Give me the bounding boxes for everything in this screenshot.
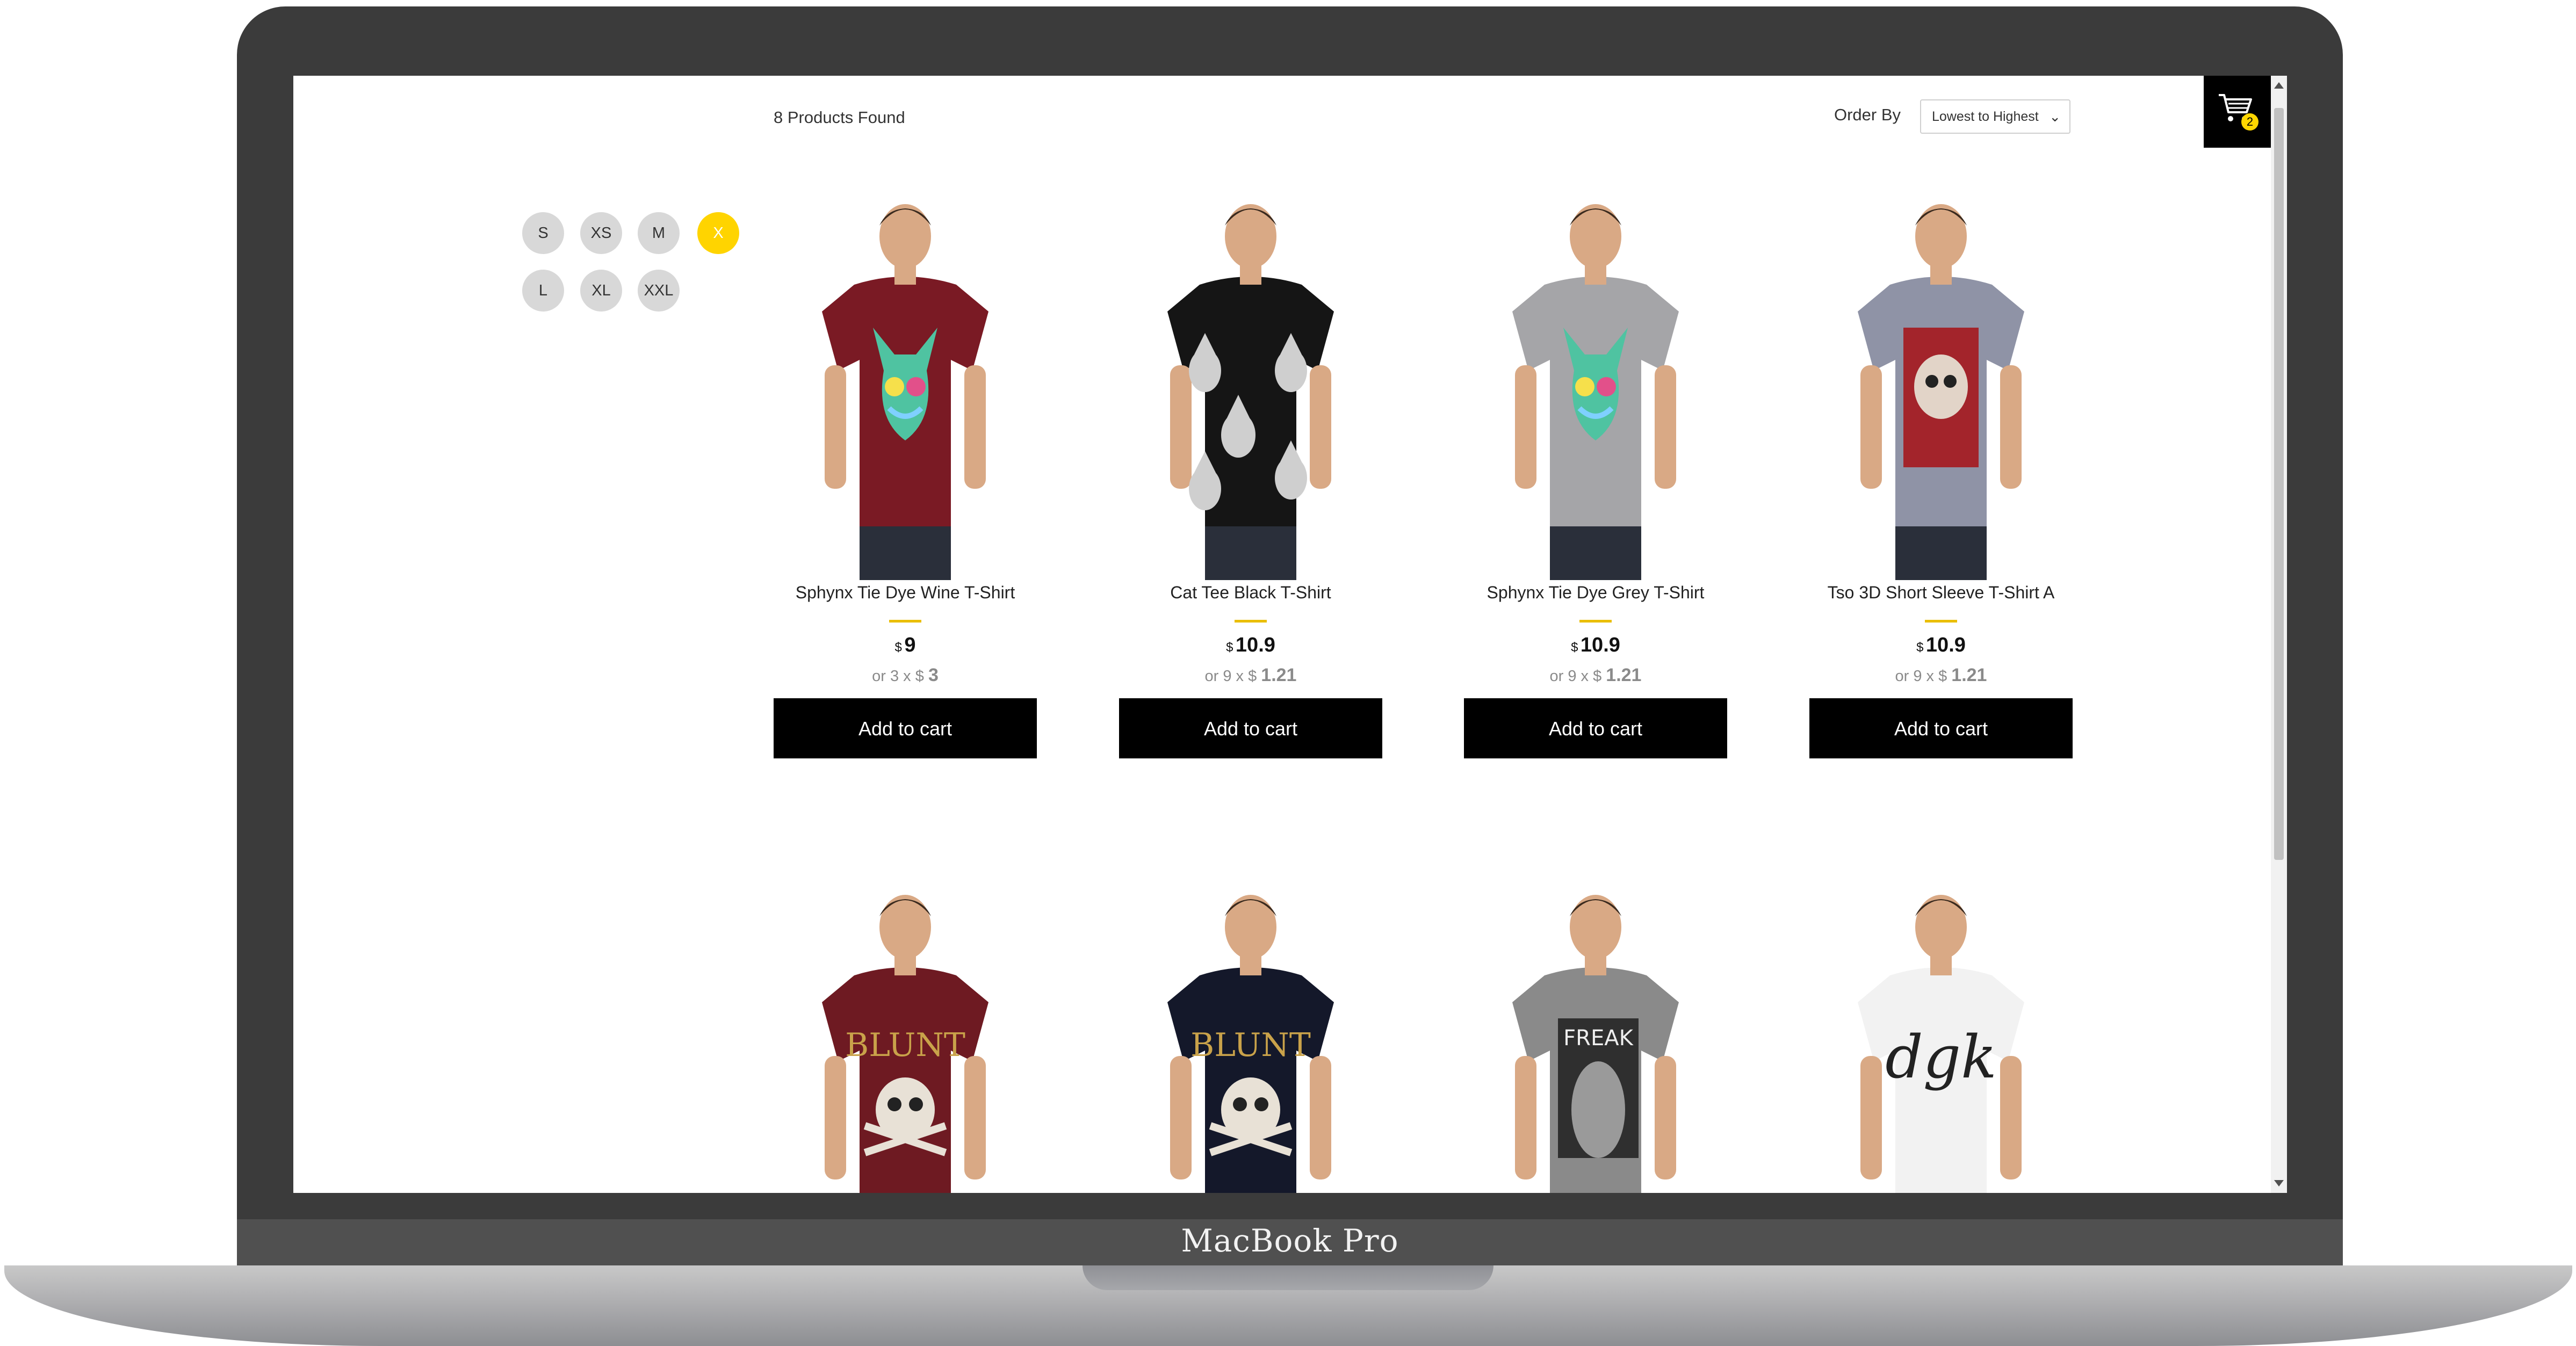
product-image[interactable]: FREAK bbox=[1464, 884, 1727, 1193]
installment-prefix: or 9 x bbox=[1895, 668, 1935, 685]
product-name: Tso 3D Short Sleeve T-Shirt A bbox=[1827, 583, 2055, 602]
price-value: 10.9 bbox=[1580, 634, 1620, 656]
installment-currency: $ bbox=[1248, 668, 1257, 685]
installment-prefix: or 3 x bbox=[872, 668, 911, 685]
add-to-cart-button[interactable]: Add to cart bbox=[1464, 698, 1727, 758]
price-currency: $ bbox=[894, 640, 902, 655]
installment-prefix: or 9 x bbox=[1204, 668, 1244, 685]
cart-button[interactable]: 2 bbox=[2204, 76, 2271, 148]
scrollbar[interactable] bbox=[2271, 76, 2287, 1193]
installment-price: or 9 x $ 1.21 bbox=[1809, 665, 2073, 686]
price-currency: $ bbox=[1226, 640, 1233, 655]
order-by-select[interactable]: Lowest to Highest ⌄ bbox=[1920, 99, 2070, 134]
size-filter-xl[interactable]: XL bbox=[580, 270, 622, 312]
installment-currency: $ bbox=[1938, 668, 1947, 685]
installment-currency: $ bbox=[1593, 668, 1602, 685]
screen: 8 Products Found Order By Lowest to High… bbox=[293, 76, 2287, 1193]
size-filter-x[interactable]: X bbox=[697, 212, 739, 254]
chevron-down-icon: ⌄ bbox=[2049, 108, 2061, 125]
installment-price: or 3 x $ 3 bbox=[774, 665, 1037, 686]
size-filter-m[interactable]: M bbox=[638, 212, 680, 254]
size-filter-xs[interactable]: XS bbox=[580, 212, 622, 254]
product-image[interactable]: BLUNT bbox=[774, 884, 1037, 1193]
product-price: $ 10.9 bbox=[1464, 634, 1727, 657]
products-found-count: 8 Products Found bbox=[774, 108, 905, 127]
installment-value: 1.21 bbox=[1606, 665, 1642, 685]
laptop-chin: MacBook Pro bbox=[237, 1219, 2343, 1269]
title-divider bbox=[1579, 620, 1612, 623]
product-price: $ 10.9 bbox=[1809, 634, 2073, 657]
price-value: 10.9 bbox=[1925, 634, 1966, 656]
product-image[interactable] bbox=[1464, 193, 1727, 580]
product-image[interactable]: BLUNT bbox=[1119, 884, 1382, 1193]
installment-value: 1.21 bbox=[1261, 665, 1297, 685]
product-price: $ 9 bbox=[774, 634, 1037, 657]
product-image[interactable] bbox=[1119, 193, 1382, 580]
size-filter-xxl[interactable]: XXL bbox=[638, 270, 680, 312]
add-to-cart-button[interactable]: Add to cart bbox=[1119, 698, 1382, 758]
installment-currency: $ bbox=[915, 668, 924, 685]
installment-value: 3 bbox=[928, 665, 939, 685]
svg-text:BLUNT: BLUNT bbox=[1190, 1026, 1311, 1064]
installment-price: or 9 x $ 1.21 bbox=[1119, 665, 1382, 686]
add-to-cart-button[interactable]: Add to cart bbox=[1809, 698, 2073, 758]
size-filter-s[interactable]: S bbox=[522, 212, 564, 254]
scroll-thumb[interactable] bbox=[2274, 108, 2284, 860]
cart-count-badge: 2 bbox=[2241, 113, 2258, 131]
installment-price: or 9 x $ 1.21 bbox=[1464, 665, 1727, 686]
add-to-cart-button[interactable]: Add to cart bbox=[774, 698, 1037, 758]
product-name: Sphynx Tie Dye Wine T-Shirt bbox=[795, 583, 1015, 602]
svg-text:dgk: dgk bbox=[1885, 1023, 1997, 1091]
price-currency: $ bbox=[1571, 640, 1578, 655]
price-value: 9 bbox=[904, 634, 916, 656]
title-divider bbox=[889, 620, 921, 623]
order-by-label: Order By bbox=[1834, 105, 1901, 124]
laptop-notch bbox=[1083, 1265, 1493, 1290]
installment-prefix: or 9 x bbox=[1549, 668, 1589, 685]
size-filter-l[interactable]: L bbox=[522, 270, 564, 312]
price-currency: $ bbox=[1916, 640, 1924, 655]
svg-text:BLUNT: BLUNT bbox=[845, 1026, 965, 1064]
installment-value: 1.21 bbox=[1951, 665, 1987, 685]
product-price: $ 10.9 bbox=[1119, 634, 1382, 657]
product-image[interactable] bbox=[1809, 193, 2073, 580]
title-divider bbox=[1925, 620, 1957, 623]
device-label: MacBook Pro bbox=[1181, 1222, 1399, 1259]
price-value: 10.9 bbox=[1235, 634, 1275, 656]
order-by-selected-value: Lowest to Highest bbox=[1932, 109, 2039, 124]
title-divider bbox=[1235, 620, 1267, 623]
product-image[interactable]: dgk bbox=[1809, 884, 2073, 1193]
product-image[interactable] bbox=[774, 193, 1037, 580]
scroll-up-arrow-icon[interactable] bbox=[2274, 82, 2284, 89]
product-name: Sphynx Tie Dye Grey T-Shirt bbox=[1487, 583, 1705, 602]
product-name: Cat Tee Black T-Shirt bbox=[1170, 583, 1331, 602]
svg-text:FREAK: FREAK bbox=[1563, 1026, 1634, 1051]
scroll-down-arrow-icon[interactable] bbox=[2274, 1180, 2284, 1186]
